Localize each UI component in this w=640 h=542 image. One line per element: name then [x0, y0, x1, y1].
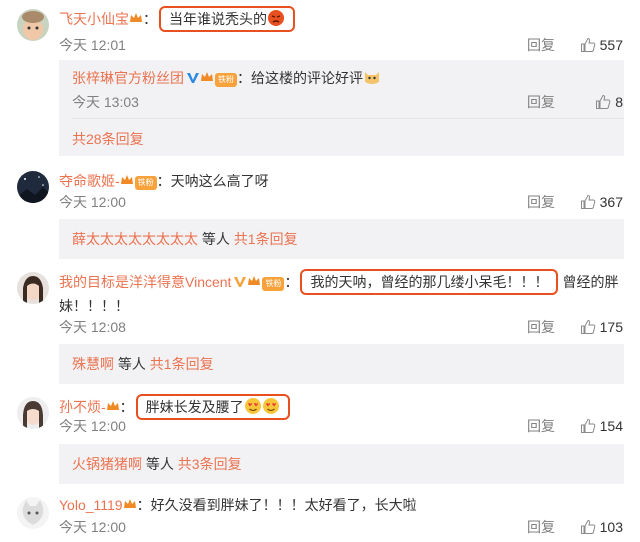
- heart-eyes-emoji-icon: [244, 397, 262, 420]
- like-count: 8: [615, 94, 623, 110]
- divider: [72, 118, 624, 119]
- avatar-girl-image: [17, 272, 49, 304]
- cat-face-emoji-icon: [363, 68, 381, 91]
- reply-summary-count[interactable]: 共1条回复: [150, 356, 214, 372]
- comment-time: 今天 12:00: [59, 194, 126, 210]
- angry-face-emoji-icon: [267, 9, 285, 32]
- thumbs-up-icon: [580, 519, 595, 534]
- reply-button[interactable]: 回复: [527, 35, 555, 55]
- reply-button[interactable]: 回复: [527, 192, 555, 212]
- reply-summary[interactable]: 火锅猪猪啊 等人 共3条回复: [72, 454, 242, 474]
- avatar-cat-image: [17, 497, 49, 529]
- comment-text: 当年谁说秃头的: [169, 11, 267, 27]
- comment-line: 夺命歌姬- 铁粉 ：天呐这么高了呀: [59, 171, 624, 192]
- reply-button[interactable]: 回复: [527, 317, 555, 337]
- crown-badge-icon: [106, 398, 120, 418]
- sub-reply-like-button[interactable]: 8: [595, 92, 623, 112]
- reply-button[interactable]: 回复: [527, 416, 555, 436]
- thumbs-up-icon: [580, 418, 595, 433]
- username[interactable]: 夺命歌姬-: [59, 173, 120, 189]
- like-count: 557: [599, 37, 623, 53]
- reply-summary-user[interactable]: 火锅猪猪啊: [72, 456, 142, 472]
- like-button[interactable]: 557: [580, 35, 623, 55]
- heart-eyes-emoji-icon: [262, 397, 280, 420]
- crown-badge-icon: [129, 10, 143, 30]
- more-replies-link[interactable]: 共28条回复: [72, 129, 144, 149]
- highlighted-comment-text: 胖妹长发及腰了: [135, 394, 290, 420]
- sub-reply-text: 给这楼的评论好评: [251, 70, 363, 86]
- comment-text: 好久没看到胖妹了！！！太好看了，长大啦: [150, 497, 417, 513]
- fan-badge: 铁粉: [134, 176, 157, 190]
- sub-reply-time: 今天 13:03: [72, 94, 139, 110]
- username[interactable]: 孙不烦-: [59, 399, 106, 415]
- comment-time: 今天 12:00: [59, 519, 126, 535]
- crown-badge-icon: [200, 69, 214, 89]
- thumbs-up-icon: [580, 37, 595, 52]
- comment-time: 今天 12:01: [59, 37, 126, 53]
- thumbs-up-icon: [580, 319, 595, 334]
- like-count: 175: [599, 319, 623, 335]
- comment-text: 天呐这么高了呀: [170, 173, 269, 189]
- reply-summary-count[interactable]: 共3条回复: [178, 456, 242, 472]
- like-count: 154: [599, 418, 623, 434]
- like-button[interactable]: 154: [580, 416, 623, 436]
- crown-badge-icon: [120, 172, 134, 192]
- sub-reply-username[interactable]: 张梓琳官方粉丝团: [72, 70, 184, 86]
- username[interactable]: 我的目标是洋洋得意Vincent: [59, 274, 231, 290]
- username[interactable]: Yolo_1119: [59, 497, 123, 513]
- comment-line: Yolo_1119 ：好久没看到胖妹了！！！太好看了，长大啦: [59, 495, 624, 516]
- reply-summary-count[interactable]: 共1条回复: [234, 231, 298, 247]
- crown-badge-icon: [247, 273, 261, 293]
- fan-badge: 铁粉: [262, 277, 285, 291]
- like-button[interactable]: 175: [580, 317, 623, 337]
- avatar[interactable]: [17, 272, 49, 304]
- comment-text-continued: 曾经的胖: [562, 274, 619, 290]
- username[interactable]: 飞天小仙宝: [59, 11, 129, 27]
- reply-summary-user[interactable]: 薛太太太太太太太太: [72, 231, 198, 247]
- like-count: 103: [599, 519, 623, 535]
- thumbs-up-icon: [596, 94, 611, 109]
- sub-reply-line: 张梓琳官方粉丝团 铁粉 ：给这楼的评论好评: [72, 68, 624, 91]
- avatar-night-sky-image: [17, 171, 49, 203]
- verified-v-icon: [186, 70, 200, 84]
- like-button[interactable]: 103: [580, 517, 623, 537]
- reply-summary[interactable]: 殊慧啊 等人 共1条回复: [72, 354, 214, 374]
- thumbs-up-icon: [580, 194, 595, 209]
- avatar[interactable]: [17, 497, 49, 529]
- comment-text-line-2: 妹！！！！: [59, 298, 129, 314]
- comment-text: 我的天呐，曾经的那几缕小呆毛！！！: [310, 274, 549, 290]
- highlighted-comment-text: 我的天呐，曾经的那几缕小呆毛！！！: [300, 269, 559, 295]
- fan-badge: 铁粉: [215, 73, 237, 87]
- reply-summary-user[interactable]: 殊慧啊: [72, 356, 114, 372]
- verified-v-icon: [233, 274, 247, 288]
- sub-reply-reply-button[interactable]: 回复: [527, 92, 555, 112]
- comment-text: 胖妹长发及腰了: [145, 399, 244, 415]
- comment-line: 飞天小仙宝：当年谁说秃头的: [59, 6, 624, 32]
- comment-time: 今天 12:00: [59, 418, 126, 434]
- avatar-girl-image: [17, 397, 49, 429]
- avatar[interactable]: [17, 171, 49, 203]
- like-count: 367: [599, 194, 623, 210]
- like-button[interactable]: 367: [580, 192, 623, 212]
- comment-time: 今天 12:08: [59, 319, 126, 335]
- reply-button[interactable]: 回复: [527, 517, 555, 537]
- reply-summary[interactable]: 薛太太太太太太太太 等人 共1条回复: [72, 229, 298, 249]
- highlighted-comment-text: 当年谁说秃头的: [159, 6, 295, 32]
- comment-line: 我的目标是洋洋得意Vincent 铁粉：我的天呐，曾经的那几缕小呆毛！！！ 曾经的胖: [59, 269, 624, 295]
- crown-badge-icon: [123, 496, 137, 516]
- avatar-baby-image: [17, 9, 49, 41]
- avatar[interactable]: [17, 9, 49, 41]
- avatar[interactable]: [17, 397, 49, 429]
